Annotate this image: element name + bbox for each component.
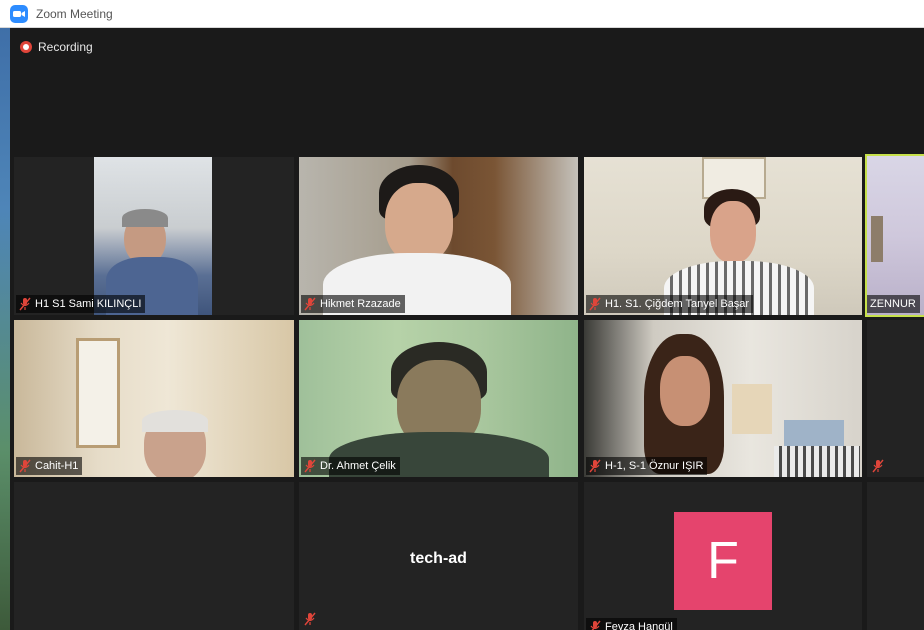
participant-tile-active-speaker[interactable]: ZENNUR (865, 154, 924, 317)
participant-video (94, 157, 212, 315)
participant-name: H-1, S-1 Öznur IŞIR (605, 460, 704, 472)
participant-video (299, 157, 578, 315)
meeting-gallery-view: Recording H1 S1 Sami KILINÇLI Hikmet Rza… (10, 28, 924, 630)
recording-indicator[interactable]: Recording (20, 40, 93, 54)
participant-display-name: tech-ad (410, 550, 467, 567)
participant-namebar: Feyza Hangül (586, 618, 677, 630)
participant-name: H1. S1. Çiğdem Tanyel Başar (605, 298, 750, 310)
participant-tile[interactable] (867, 482, 924, 630)
participant-video (584, 320, 862, 477)
muted-mic-icon (589, 459, 601, 473)
muted-mic-icon (304, 297, 316, 311)
muted-mic-icon (304, 612, 316, 626)
muted-mic-icon (872, 459, 884, 473)
participant-tile[interactable] (14, 482, 294, 630)
desktop-background-strip (0, 28, 10, 630)
participant-name: Cahit-H1 (35, 460, 79, 472)
muted-mic-icon (589, 620, 601, 630)
participant-tile-video-off[interactable]: F Feyza Hangül (584, 482, 862, 630)
participant-tile[interactable]: Dr. Ahmet Çelik (299, 320, 578, 477)
participant-namebar: H1. S1. Çiğdem Tanyel Başar (586, 295, 754, 313)
participant-video (584, 157, 862, 315)
participant-namebar (869, 457, 892, 475)
participant-name: Feyza Hangül (605, 621, 673, 630)
participant-namebar: ZENNUR (867, 295, 920, 313)
zoom-app-icon (10, 4, 28, 23)
participant-video (14, 320, 294, 477)
participant-namebar: H1 S1 Sami KILINÇLI (16, 295, 146, 313)
participant-namebar: H-1, S-1 Öznur IŞIR (586, 457, 708, 475)
recording-label: Recording (38, 40, 93, 54)
participant-namebar (301, 610, 324, 628)
participant-avatar: F (674, 512, 772, 610)
window-titlebar: Zoom Meeting (0, 0, 924, 28)
participant-name: Hikmet Rzazade (320, 298, 401, 310)
participant-tile[interactable]: Hikmet Rzazade (299, 157, 578, 315)
muted-mic-icon (304, 459, 316, 473)
muted-mic-icon (589, 297, 601, 311)
participant-name: H1 S1 Sami KILINÇLI (35, 298, 142, 310)
record-icon (20, 41, 32, 53)
participant-video (867, 156, 924, 315)
window-title: Zoom Meeting (36, 6, 113, 21)
participant-tile[interactable] (867, 320, 924, 477)
participant-name: Dr. Ahmet Çelik (320, 460, 396, 472)
participant-tile[interactable]: H1. S1. Çiğdem Tanyel Başar (584, 157, 862, 315)
participant-name: ZENNUR (870, 298, 916, 310)
participant-tile[interactable]: H1 S1 Sami KILINÇLI (14, 157, 294, 315)
participant-namebar: Hikmet Rzazade (301, 295, 405, 313)
muted-mic-icon (19, 297, 31, 311)
participant-namebar: Cahit-H1 (16, 457, 83, 475)
participant-tile[interactable]: Cahit-H1 (14, 320, 294, 477)
participant-tile-video-off[interactable]: tech-ad (299, 482, 578, 630)
participant-tile[interactable]: H-1, S-1 Öznur IŞIR (584, 320, 862, 477)
muted-mic-icon (19, 459, 31, 473)
participant-namebar: Dr. Ahmet Çelik (301, 457, 400, 475)
participant-video (299, 320, 578, 477)
